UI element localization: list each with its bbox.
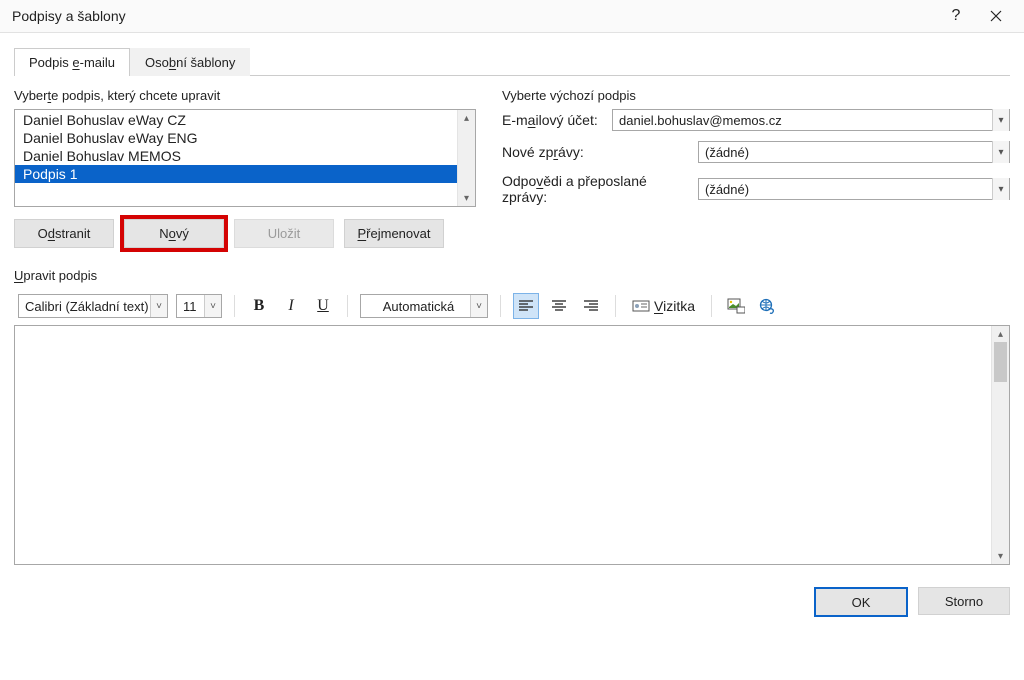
chevron-down-icon: ˅ <box>150 295 167 317</box>
bold-icon: B <box>254 297 265 315</box>
replies-forwards-label: Odpovědi a přeposlané zprávy: <box>502 173 690 205</box>
help-button[interactable]: ? <box>936 0 976 32</box>
align-center-button[interactable] <box>547 294 571 318</box>
chevron-down-icon: ˅ <box>204 295 221 317</box>
signature-editor[interactable]: ▴ ▾ <box>14 325 1010 565</box>
font-color-value: Automatická <box>367 299 470 314</box>
save-button: Uložit <box>234 219 334 248</box>
signature-select-panel: Vyberte podpis, který chcete upravit Dan… <box>14 88 476 248</box>
chevron-down-icon: ▾ <box>992 109 1009 131</box>
scroll-up-icon[interactable]: ▴ <box>458 110 475 126</box>
scroll-up-icon[interactable]: ▴ <box>992 326 1009 342</box>
font-size-dropdown[interactable]: 11 ˅ <box>176 294 222 318</box>
close-button[interactable] <box>976 0 1016 32</box>
list-item[interactable]: Daniel Bohuslav MEMOS <box>15 147 457 165</box>
separator <box>615 295 616 317</box>
ok-button[interactable]: OK <box>814 587 908 617</box>
signature-buttons: Odstranit Nový Uložit Přejmenovat <box>14 219 476 248</box>
email-account-label: E-mailový účet: <box>502 112 604 128</box>
font-family-value: Calibri (Základní text) <box>25 299 150 314</box>
align-left-icon <box>518 299 534 313</box>
signature-list-label: Vyberte podpis, který chcete upravit <box>14 88 476 103</box>
replies-forwards-value: (žádné) <box>705 182 992 197</box>
editor-scrollbar[interactable]: ▴ ▾ <box>991 326 1009 564</box>
align-left-button[interactable] <box>513 293 539 319</box>
font-size-value: 11 <box>183 299 204 314</box>
scroll-thumb[interactable] <box>994 342 1007 382</box>
email-account-dropdown[interactable]: daniel.bohuslav@memos.cz ▾ <box>612 109 1010 131</box>
scroll-down-icon[interactable]: ▾ <box>992 548 1009 564</box>
list-item[interactable]: Podpis 1 <box>15 165 457 183</box>
tab-email-signature[interactable]: Podpis e-mailu <box>14 48 130 76</box>
chevron-down-icon: ▾ <box>992 178 1009 200</box>
email-account-value: daniel.bohuslav@memos.cz <box>619 113 992 128</box>
main-columns: Vyberte podpis, který chcete upravit Dan… <box>0 76 1024 248</box>
close-icon <box>990 10 1002 22</box>
align-center-icon <box>551 299 567 313</box>
bold-button[interactable]: B <box>247 294 271 318</box>
window-title: Podpisy a šablony <box>8 8 936 24</box>
scroll-down-icon[interactable]: ▾ <box>458 190 475 206</box>
edit-signature-label: Upravit podpis <box>14 268 1024 283</box>
italic-button[interactable]: I <box>279 294 303 318</box>
insert-picture-button[interactable] <box>724 294 748 318</box>
font-family-dropdown[interactable]: Calibri (Základní text) ˅ <box>18 294 168 318</box>
insert-hyperlink-button[interactable] <box>756 294 780 318</box>
cancel-button[interactable]: Storno <box>918 587 1010 615</box>
delete-button[interactable]: Odstranit <box>14 219 114 248</box>
business-card-button[interactable]: Vizitka <box>628 294 699 318</box>
default-signature-label: Vyberte výchozí podpis <box>502 88 1010 103</box>
new-messages-label: Nové zprávy: <box>502 144 690 160</box>
align-right-button[interactable] <box>579 294 603 318</box>
card-icon <box>632 299 650 313</box>
italic-icon: I <box>288 297 293 315</box>
align-right-icon <box>583 299 599 313</box>
dialog-footer: OK Storno <box>0 565 1024 617</box>
new-messages-value: (žádné) <box>705 145 992 160</box>
underline-button[interactable]: U <box>311 294 335 318</box>
titlebar: Podpisy a šablony ? <box>0 0 1024 33</box>
tab-personal-templates[interactable]: Osobní šablony <box>130 48 250 76</box>
new-button[interactable]: Nový <box>124 219 224 248</box>
link-globe-icon <box>759 298 777 314</box>
signature-listbox[interactable]: Daniel Bohuslav eWay CZ Daniel Bohuslav … <box>14 109 476 207</box>
replies-forwards-dropdown[interactable]: (žádné) ▾ <box>698 178 1010 200</box>
new-messages-dropdown[interactable]: (žádné) ▾ <box>698 141 1010 163</box>
tab-strip: Podpis e-mailu Osobní šablony <box>14 47 1010 76</box>
font-color-dropdown[interactable]: Automatická ˅ <box>360 294 488 318</box>
list-item[interactable]: Daniel Bohuslav eWay ENG <box>15 129 457 147</box>
list-item[interactable]: Daniel Bohuslav eWay CZ <box>15 111 457 129</box>
chevron-down-icon: ▾ <box>992 141 1009 163</box>
editor-canvas[interactable] <box>15 326 991 564</box>
format-toolbar: Calibri (Základní text) ˅ 11 ˅ B I U Aut… <box>14 287 1010 325</box>
chevron-down-icon: ˅ <box>470 295 487 317</box>
separator <box>234 295 235 317</box>
separator <box>500 295 501 317</box>
listbox-scrollbar[interactable]: ▴ ▾ <box>457 110 475 206</box>
picture-icon <box>727 298 745 314</box>
default-signature-panel: Vyberte výchozí podpis E-mailový účet: d… <box>502 88 1010 248</box>
separator <box>347 295 348 317</box>
underline-icon: U <box>317 297 329 315</box>
rename-button[interactable]: Přejmenovat <box>344 219 444 248</box>
separator <box>711 295 712 317</box>
